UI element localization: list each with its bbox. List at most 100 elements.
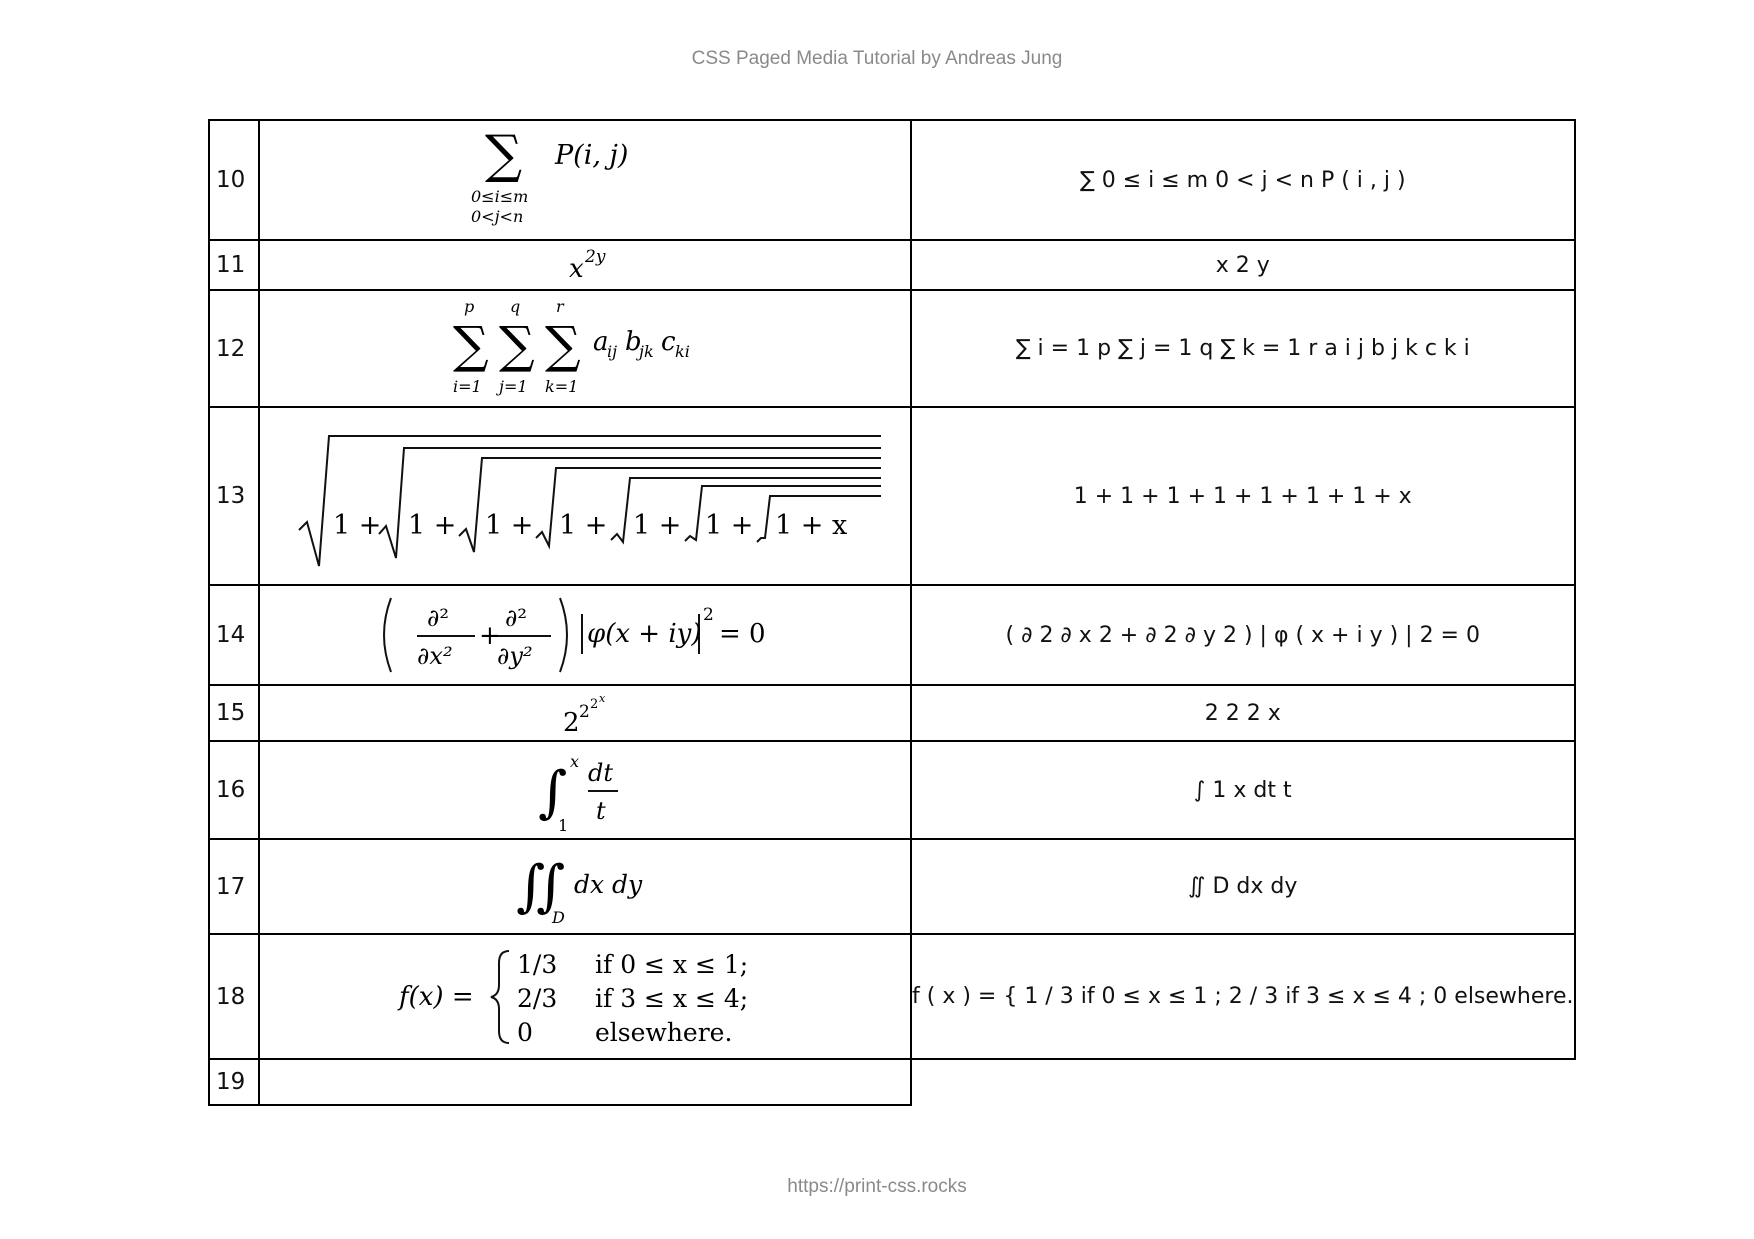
- formula-sum-pij: ∑ P(i, j) 0≤i≤m 0<j<n: [471, 125, 628, 226]
- formula-text: x 2 y: [910, 239, 1576, 291]
- formula-image: 2 2 2 x: [258, 684, 912, 742]
- svg-text:j=1: j=1: [496, 377, 528, 396]
- svg-text:0: 0: [517, 1018, 533, 1047]
- svg-text:P(i, j): P(i, j): [554, 140, 628, 171]
- svg-text:1 +: 1 +: [705, 510, 753, 541]
- svg-text:2/3: 2/3: [517, 984, 557, 1013]
- formula-triple-sum: p ∑ i=1 q ∑ j=1 r ∑ k=1 a ij b jk c ki: [453, 297, 690, 396]
- svg-text:2: 2: [703, 605, 714, 625]
- formula-image: x 2y: [258, 239, 912, 291]
- formula-text: 1 + 1 + 1 + 1 + 1 + 1 + 1 + x: [910, 406, 1576, 586]
- svg-text:0≤i≤m: 0≤i≤m: [471, 187, 528, 206]
- svg-text:r: r: [556, 297, 565, 316]
- table-row: 13 1 + 1 + 1 + 1 + 1 + 1 + 1 + x 1 + 1 +…: [208, 406, 1576, 586]
- svg-text:ij: ij: [607, 342, 617, 361]
- row-number: 17: [208, 838, 260, 935]
- table-row: 10 ∑ P(i, j) 0≤i≤m 0<j<n ∑ 0 ≤ i ≤ m 0 <…: [208, 119, 1576, 241]
- svg-text:0<j<n: 0<j<n: [471, 207, 523, 226]
- svg-text:∑: ∑: [499, 316, 535, 374]
- row-number: 14: [208, 584, 260, 686]
- table-row: 15 2 2 2 x 2 2 2 x: [208, 684, 1576, 742]
- formula-text: ∑ i = 1 p ∑ j = 1 q ∑ k = 1 r a i j b j …: [910, 289, 1576, 408]
- svg-text:dt: dt: [588, 759, 613, 787]
- svg-text:2y: 2y: [584, 247, 606, 267]
- row-number: 19: [208, 1058, 260, 1106]
- svg-text:φ(x + iy): φ(x + iy): [587, 619, 701, 649]
- svg-text:= 0: = 0: [719, 619, 766, 649]
- svg-text:1: 1: [558, 816, 568, 835]
- row-number: 15: [208, 684, 260, 742]
- formula-image: [258, 1058, 912, 1106]
- formula-image: ∂² ∂x² + ∂² ∂y² φ(x + iy) 2 = 0: [258, 584, 912, 686]
- svg-text:1 +: 1 +: [559, 510, 607, 541]
- svg-text:elsewhere.: elsewhere.: [595, 1018, 732, 1047]
- formula-nested-radicals: 1 + 1 + 1 + 1 + 1 + 1 + 1 + x: [298, 435, 881, 567]
- row-number: 18: [208, 933, 260, 1060]
- svg-text:1/3: 1/3: [517, 950, 557, 979]
- row-number: 16: [208, 740, 260, 840]
- svg-text:∑: ∑: [453, 316, 489, 374]
- svg-text:∂x²: ∂x²: [417, 642, 453, 670]
- svg-text:if 3 ≤ x ≤ 4;: if 3 ≤ x ≤ 4;: [595, 984, 748, 1013]
- svg-text:∂²: ∂²: [427, 604, 449, 632]
- formula-text: 2 2 2 x: [910, 684, 1576, 742]
- svg-text:1 + x: 1 + x: [775, 510, 847, 541]
- svg-text:x: x: [570, 752, 579, 771]
- svg-text:q: q: [510, 297, 520, 316]
- formula-laplacian: ∂² ∂x² + ∂² ∂y² φ(x + iy) 2 = 0: [383, 597, 766, 673]
- running-header: CSS Paged Media Tutorial by Andreas Jung: [691, 48, 1063, 69]
- table-row: 12 p ∑ i=1 q ∑ j=1 r ∑ k=1 a ij b jk c k…: [208, 289, 1576, 408]
- empty-cell: [911, 1059, 1575, 1105]
- svg-text:f(x) =: f(x) =: [397, 982, 474, 1012]
- svg-text:ki: ki: [675, 342, 690, 361]
- svg-text:∑: ∑: [485, 125, 522, 185]
- svg-text:x: x: [599, 692, 606, 705]
- formula-image: ∑ P(i, j) 0≤i≤m 0<j<n: [258, 119, 912, 241]
- svg-text:k=1: k=1: [545, 377, 578, 396]
- svg-text:2: 2: [590, 697, 598, 712]
- svg-text:1 +: 1 +: [408, 510, 456, 541]
- formula-text: ∬ D dx dy: [910, 838, 1576, 935]
- formula-image: 1 + 1 + 1 + 1 + 1 + 1 + 1 + x: [258, 406, 912, 586]
- running-footer: https://print-css.rocks: [787, 1176, 967, 1197]
- svg-text:i=1: i=1: [453, 377, 482, 396]
- svg-text:x: x: [569, 254, 584, 284]
- svg-text:dx dy: dx dy: [574, 870, 643, 899]
- svg-text:∂²: ∂²: [505, 604, 527, 632]
- row-number: 10: [208, 119, 260, 241]
- svg-text:2: 2: [579, 702, 590, 722]
- formula-piecewise: f(x) = 1/3 if 0 ≤ x ≤ 1; 2/3 if 3 ≤ x ≤ …: [397, 950, 748, 1047]
- formula-table: 10 ∑ P(i, j) 0≤i≤m 0<j<n ∑ 0 ≤ i ≤ m 0 <…: [208, 119, 1576, 1106]
- svg-text:2: 2: [563, 708, 580, 737]
- formula-text: ( ∂ 2 ∂ x 2 + ∂ 2 ∂ y 2 ) | φ ( x + i y …: [910, 584, 1576, 686]
- row-number: 13: [208, 406, 260, 586]
- formula-image: p ∑ i=1 q ∑ j=1 r ∑ k=1 a ij b jk c ki: [258, 289, 912, 408]
- formula-integral: ∫ x 1 dt t: [538, 752, 618, 835]
- formula-power-tower: 2 2 2 x: [563, 692, 606, 737]
- svg-text:if 0 ≤ x ≤ 1;: if 0 ≤ x ≤ 1;: [595, 950, 748, 979]
- formula-text: f ( x ) = { 1 / 3 if 0 ≤ x ≤ 1 ; 2 / 3 i…: [910, 933, 1576, 1060]
- svg-text:t: t: [596, 797, 606, 825]
- table-row: 17 ∫ ∫ D dx dy ∬ D dx dy: [208, 838, 1576, 935]
- svg-text:p: p: [464, 297, 474, 316]
- formula-image: ∫ x 1 dt t: [258, 740, 912, 840]
- svg-text:1 +: 1 +: [333, 510, 381, 541]
- table-row: 18 f(x) = 1/3 if 0 ≤ x ≤ 1; 2/3 if 3 ≤ x…: [208, 933, 1576, 1060]
- svg-text:D: D: [551, 908, 565, 927]
- svg-text:∑: ∑: [545, 316, 581, 374]
- svg-text:c: c: [661, 327, 676, 357]
- table-row: 19: [208, 1058, 1575, 1106]
- svg-text:1 +: 1 +: [485, 510, 533, 541]
- svg-text:jk: jk: [636, 342, 654, 361]
- svg-text:1 +: 1 +: [633, 510, 681, 541]
- table-row: 11 x 2y x 2 y: [208, 239, 1576, 291]
- formula-double-integral: ∫ ∫ D dx dy: [516, 854, 643, 927]
- svg-text:∂y²: ∂y²: [497, 642, 533, 670]
- table-row: 14 ∂² ∂x² + ∂² ∂y² φ(x + iy) 2 = 0 (∂ 2…: [208, 584, 1576, 686]
- formula-text: ∑ 0 ≤ i ≤ m 0 < j < n P ( i , j ): [910, 119, 1576, 241]
- formula-image: ∫ ∫ D dx dy: [258, 838, 912, 935]
- row-number: 11: [208, 239, 260, 291]
- formula-image: f(x) = 1/3 if 0 ≤ x ≤ 1; 2/3 if 3 ≤ x ≤ …: [258, 933, 912, 1060]
- formula-x-power: x 2y: [569, 247, 606, 284]
- formula-text: ∫ 1 x dt t: [910, 740, 1576, 840]
